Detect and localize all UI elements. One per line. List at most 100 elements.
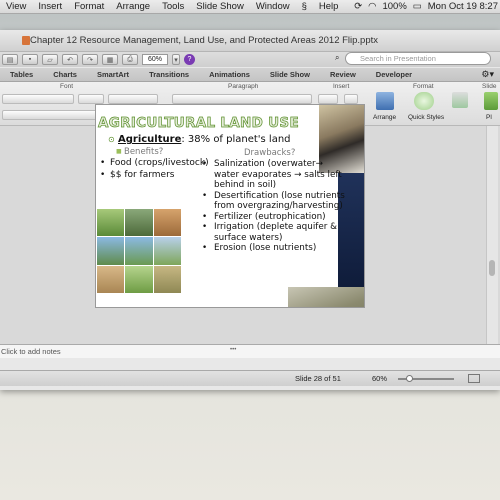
- play-button-label[interactable]: Pl: [486, 114, 492, 121]
- search-icon: ⌕: [335, 53, 340, 62]
- drawback-bullet: •: [202, 190, 208, 201]
- benefit-item: $$ for farmers: [110, 170, 175, 180]
- font-size-buttons[interactable]: [108, 94, 158, 104]
- list-buttons[interactable]: [172, 94, 312, 104]
- benefit-bullet: •: [100, 158, 106, 168]
- aerial-farm-photo: [288, 287, 364, 307]
- slide-canvas[interactable]: AGRICULTURAL LAND USE ⊙ Agriculture: 38%…: [95, 104, 365, 308]
- benefit-bullet: •: [100, 170, 106, 180]
- drawback-line: Salinization (overwater→: [214, 159, 324, 169]
- font-name-select[interactable]: [2, 94, 74, 104]
- text-box-icon[interactable]: [318, 94, 338, 104]
- zoom-slider-thumb[interactable]: [406, 375, 413, 382]
- drawback-item: • Salinization (overwater→ water evaporate…: [202, 159, 345, 191]
- fit-window-icon[interactable]: [468, 374, 480, 383]
- new-icon[interactable]: ▤: [2, 54, 18, 65]
- group-label-font: Font: [60, 83, 74, 90]
- drawback-bullet: •: [202, 159, 208, 169]
- slide-indicator: Slide 28 of 51: [295, 374, 341, 383]
- menu-insert[interactable]: Insert: [32, 1, 68, 12]
- arrange-button-label[interactable]: Arrange: [373, 114, 396, 121]
- tab-developer[interactable]: Developer: [366, 68, 422, 82]
- title-bar[interactable]: Chapter 12 Resource Management, Land Use…: [0, 30, 500, 52]
- help-icon[interactable]: ?: [184, 54, 195, 65]
- clock[interactable]: Mon Oct 19 8:27: [428, 1, 498, 12]
- battery-icon: ▭: [412, 1, 422, 12]
- status-bar: Slide 28 of 51 60%: [0, 370, 500, 386]
- shape-icon[interactable]: [344, 94, 358, 104]
- menu-view[interactable]: View: [0, 1, 32, 12]
- zoom-dropdown-icon[interactable]: ▾: [172, 54, 180, 65]
- tab-animations[interactable]: Animations: [199, 68, 260, 82]
- drawback-item: • Irrigation (deplete aquifer & surface wa…: [202, 222, 345, 243]
- grid-photo: [125, 265, 153, 293]
- main-bullet-rest: : 38% of planet's land: [181, 134, 291, 145]
- tab-slide-show[interactable]: Slide Show: [260, 68, 320, 82]
- sub-bullet-icon: ■: [116, 148, 122, 155]
- zoom-field[interactable]: 60%: [142, 54, 168, 65]
- drawback-line: surface waters): [214, 232, 283, 243]
- menu-arrange[interactable]: Arrange: [110, 1, 156, 12]
- drawback-line: Fertilizer (eutrophication): [214, 211, 326, 222]
- vertical-scrollbar[interactable]: [486, 126, 498, 344]
- group-label-format: Format: [413, 83, 434, 90]
- drawback-bullet: •: [202, 243, 208, 253]
- redo-icon[interactable]: ↷: [82, 54, 98, 65]
- drawbacks-list: • Salinization (overwater→ water evaporate…: [202, 159, 345, 254]
- tab-smartart[interactable]: SmartArt: [87, 68, 139, 82]
- notes-pane[interactable]: Click to add notes: [0, 344, 500, 358]
- drawback-line: Erosion (lose nutrients): [214, 243, 317, 253]
- status-zoom-percent[interactable]: 60%: [372, 374, 387, 383]
- drawback-item: • Desertification (lose nutrients from ove…: [202, 191, 345, 212]
- play-icon[interactable]: [484, 92, 498, 110]
- grid-photo: [97, 265, 125, 293]
- drawbacks-heading: Drawbacks?: [244, 148, 296, 158]
- pane-resize-handle[interactable]: •••: [230, 347, 236, 353]
- benefit-item: Food (crops/livestock): [110, 158, 209, 168]
- wifi-icon[interactable]: ◠: [368, 1, 376, 12]
- farm-photo-grid: [97, 209, 181, 293]
- drawback-item: • Erosion (lose nutrients): [202, 243, 345, 254]
- main-bullet-bold: Agriculture: [118, 134, 182, 145]
- font-size-select[interactable]: [78, 94, 104, 104]
- grid-photo: [97, 237, 125, 265]
- quick-styles-icon[interactable]: [414, 92, 434, 110]
- fill-icon[interactable]: [452, 92, 468, 108]
- undo-icon[interactable]: ↶: [62, 54, 78, 65]
- menu-format[interactable]: Format: [68, 1, 110, 12]
- drawback-line: behind in soil): [214, 180, 277, 190]
- battery-percent[interactable]: 100%: [382, 1, 406, 12]
- pptx-file-icon: [22, 36, 30, 45]
- benefits-heading: Benefits?: [124, 147, 164, 157]
- arrange-icon[interactable]: [376, 92, 394, 110]
- tab-transitions[interactable]: Transitions: [139, 68, 199, 82]
- menu-window[interactable]: Window: [250, 1, 296, 12]
- open-folder-icon[interactable]: ▱: [42, 54, 58, 65]
- menu-help[interactable]: Help: [313, 1, 345, 12]
- menu-slide-show[interactable]: Slide Show: [190, 1, 250, 12]
- drawback-line: Irrigation (deplete aquifer &: [214, 222, 338, 232]
- quick-styles-label[interactable]: Quick Styles: [408, 114, 444, 121]
- print-icon[interactable]: ⎙: [122, 54, 138, 65]
- sync-icon[interactable]: ⟳: [354, 1, 362, 12]
- search-input[interactable]: Search in Presentation: [345, 52, 491, 65]
- ribbon-options-gear-icon[interactable]: ⚙▾: [481, 69, 500, 80]
- tab-charts[interactable]: Charts: [43, 68, 87, 82]
- gallery-icon[interactable]: ▦: [102, 54, 118, 65]
- tab-tables[interactable]: Tables: [0, 68, 43, 82]
- scroll-thumb[interactable]: [489, 260, 495, 276]
- group-label-paragraph: Paragraph: [228, 83, 259, 90]
- ribbon-tabs: Tables Charts SmartArt Transitions Anima…: [0, 68, 500, 82]
- save-icon[interactable]: ▪: [22, 54, 38, 65]
- menu-tools[interactable]: Tools: [156, 1, 190, 12]
- drawback-bullet: •: [202, 211, 208, 222]
- group-label-slide: Slide: [482, 83, 497, 90]
- slide-title: AGRICULTURAL LAND USE: [98, 115, 299, 132]
- drawback-line: water evaporates → salts left: [214, 169, 342, 180]
- drawback-line: from overgrazing/harvesting): [214, 201, 343, 211]
- grid-photo: [153, 237, 181, 265]
- script-menu-icon[interactable]: §: [296, 1, 313, 12]
- drawback-line: Desertification (lose nutrients: [214, 190, 345, 201]
- tab-review[interactable]: Review: [320, 68, 366, 82]
- document-title: Chapter 12 Resource Management, Land Use…: [30, 35, 379, 46]
